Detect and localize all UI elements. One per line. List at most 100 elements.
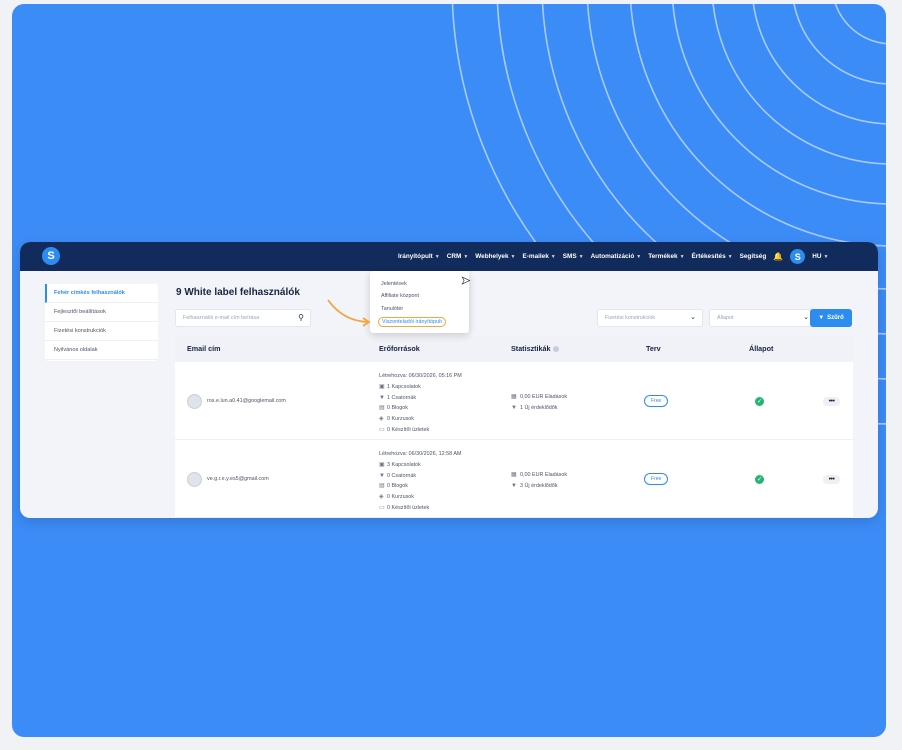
more-options-button[interactable]: •••	[823, 397, 840, 406]
funnel-icon: ▼	[379, 394, 385, 401]
highlight-arrow-icon	[327, 299, 371, 327]
chevron-down-icon: ⌄	[690, 314, 696, 321]
sales-label: 0,00 EUR Eladások	[520, 472, 568, 478]
plan-filter-select[interactable]: Fizetési konstrukciók ⌄	[597, 309, 703, 327]
menu-item-products[interactable]: Termékek ▼	[648, 253, 684, 260]
contacts-icon: ▣	[379, 461, 385, 468]
dropdown-item-reseller-dashboard[interactable]: Viszonteladói irányítópult	[378, 317, 446, 327]
courses-count: ◈ 0 Kurzusok	[379, 492, 461, 503]
header-status: Állapot	[749, 344, 774, 353]
sidebar-item-developer-settings[interactable]: Fejlesztői beállítások	[45, 303, 158, 322]
courses-count: ◈ 0 Kurzusok	[379, 414, 462, 425]
check-circle-icon: ✓	[755, 475, 764, 484]
menu-item-label: Webhelyek	[475, 253, 509, 260]
filter-button[interactable]: ▼ Szűrő	[810, 309, 852, 327]
dropdown-item-learning[interactable]: Tanulótér	[381, 306, 403, 312]
leads-label: 3 Új érdeklődők	[520, 482, 558, 489]
info-icon[interactable]	[552, 346, 559, 353]
blogs-label: 0 Blogok	[387, 483, 408, 490]
created-date: Létrehozva: 06/30/2026, 12:58 AM	[379, 451, 462, 457]
courses-label: 0 Kurzusok	[387, 416, 414, 423]
help-link[interactable]: Segítség	[740, 253, 767, 260]
search-input[interactable]: Felhasználói e-mail cím beírása ⚲	[175, 309, 311, 327]
user-avatar-menu[interactable]: S	[790, 249, 806, 264]
status-filter-select[interactable]: Állapot ⌄	[709, 309, 816, 327]
blogs-count: ▤ 0 Blogok	[379, 481, 461, 492]
sidebar-item-white-label-users[interactable]: Fehér címkés felhasználók	[45, 284, 158, 303]
contacts-icon: ▣	[379, 383, 385, 390]
contacts-count: ▣ 1 Kapcsolatok	[379, 382, 462, 393]
menu-item-websites[interactable]: Webhelyek ▼	[475, 253, 515, 260]
bell-icon[interactable]: 🔔	[773, 252, 783, 261]
users-table: Email cím Erőforrások Statisztikák Terv …	[175, 336, 853, 518]
course-icon: ◈	[379, 416, 384, 423]
dropdown-item-affiliate-center[interactable]: Affiliate központ	[381, 293, 419, 299]
chevron-down-icon: ▼	[550, 253, 556, 260]
menu-item-emails[interactable]: E-mailek ▼	[523, 253, 556, 260]
stores-count: ▭ 0 Készítői üzletek	[379, 425, 462, 436]
avatar	[187, 472, 202, 487]
funnel-icon: ▼	[379, 472, 385, 479]
menu-item-dashboard[interactable]: Irányítópult ▼	[398, 253, 440, 260]
table-row[interactable]: ve.g.r.e.y.es5@gmail.com Létrehozva: 06/…	[175, 440, 853, 518]
menu-item-label: E-mailek	[522, 253, 549, 260]
plan-badge: Free	[644, 473, 669, 485]
settings-sidebar: Fehér címkés felhasználók Fejlesztői beá…	[45, 284, 158, 361]
search-icon[interactable]: ⚲	[298, 313, 304, 322]
menu-item-label: Automatizáció	[590, 253, 635, 260]
leads-stat: ▼ 3 Új érdeklődők	[511, 481, 567, 492]
funnels-count: ▼ 1 Csatornák	[379, 393, 462, 404]
sales-stat: ▦ 0,00 EUR Eladások	[511, 392, 567, 403]
chevron-down-icon: ▼	[578, 253, 584, 260]
funnel-icon: ▼	[511, 404, 517, 411]
header-stats: Statisztikák	[511, 344, 559, 353]
language-selector[interactable]: HU ▼	[812, 253, 828, 260]
contacts-count: ▣ 3 Kapcsolatok	[379, 460, 461, 471]
stats-cell: ▦ 0,00 EUR Eladások ▼ 3 Új érdeklődők	[511, 470, 567, 491]
chevron-down-icon: ▼	[679, 253, 685, 260]
chevron-down-icon: ▼	[434, 253, 440, 260]
header-email: Email cím	[187, 344, 221, 353]
brand-logo[interactable]: S	[42, 247, 60, 265]
chevron-down-icon: ▼	[727, 253, 733, 260]
header-stats-label: Statisztikák	[511, 344, 551, 353]
menu-item-automation[interactable]: Automatizáció ▼	[591, 253, 642, 260]
resources-cell: Létrehozva: 06/30/2026, 12:58 AM ▣ 3 Kapc…	[379, 449, 461, 514]
top-navbar: S Irányítópult ▼ CRM ▼ Webhelyek ▼ E-mailek…	[20, 242, 878, 271]
created-date: Létrehozva: 06/30/2026, 05:16 PM	[379, 373, 462, 379]
funnels-count: ▼ 0 Csatornák	[379, 471, 461, 482]
page-title: 9 White label felhasználók	[176, 287, 300, 298]
mouse-cursor-icon: ➤	[461, 275, 471, 288]
contacts-label: 3 Kapcsolatok	[387, 461, 421, 468]
menu-item-crm[interactable]: CRM ▼	[447, 253, 469, 260]
blogs-count: ▤ 0 Blogok	[379, 403, 462, 414]
blogs-label: 0 Blogok	[387, 405, 408, 412]
table-header: Email cím Erőforrások Statisztikák Terv …	[175, 336, 853, 362]
chevron-down-icon: ▼	[636, 253, 642, 260]
course-icon: ◈	[379, 494, 384, 501]
funnel-icon: ▼	[511, 482, 517, 489]
check-circle-icon: ✓	[755, 397, 764, 406]
status-filter-label: Állapot	[717, 315, 734, 321]
hero-background: S Irányítópult ▼ CRM ▼ Webhelyek ▼ E-mailek…	[12, 4, 886, 737]
leads-label: 1 Új érdeklődők	[520, 404, 558, 411]
menu-item-label: Értékesítés	[691, 253, 726, 260]
user-email: ros.e.lun.a0.41@googlemail.com	[207, 398, 286, 404]
plan-filter-label: Fizetési konstrukciók	[605, 315, 656, 321]
chevron-down-icon: ⌄	[803, 314, 809, 321]
blog-icon: ▤	[379, 483, 385, 490]
more-options-button[interactable]: •••	[823, 475, 840, 484]
menu-item-label: SMS	[562, 253, 577, 260]
sidebar-item-payment-plans[interactable]: Fizetési konstrukciók	[45, 322, 158, 341]
funnels-label: 0 Csatornák	[387, 472, 417, 479]
dropdown-item-reports[interactable]: Jelentések	[381, 281, 407, 287]
sales-label: 0,00 EUR Eladások	[520, 394, 568, 400]
table-row[interactable]: ros.e.lun.a0.41@googlemail.com Létrehozv…	[175, 362, 853, 440]
chevron-down-icon: ▼	[823, 253, 829, 260]
menu-item-sales[interactable]: Értékesítés ▼	[692, 253, 733, 260]
sidebar-item-public-pages[interactable]: Nyilvános oldalak	[45, 341, 158, 360]
filter-button-label: Szűrő	[827, 315, 844, 321]
stats-cell: ▦ 0,00 EUR Eladások ▼ 1 Új érdeklődők	[511, 392, 567, 413]
sales-stat: ▦ 0,00 EUR Eladások	[511, 470, 567, 481]
menu-item-sms[interactable]: SMS ▼	[563, 253, 584, 260]
